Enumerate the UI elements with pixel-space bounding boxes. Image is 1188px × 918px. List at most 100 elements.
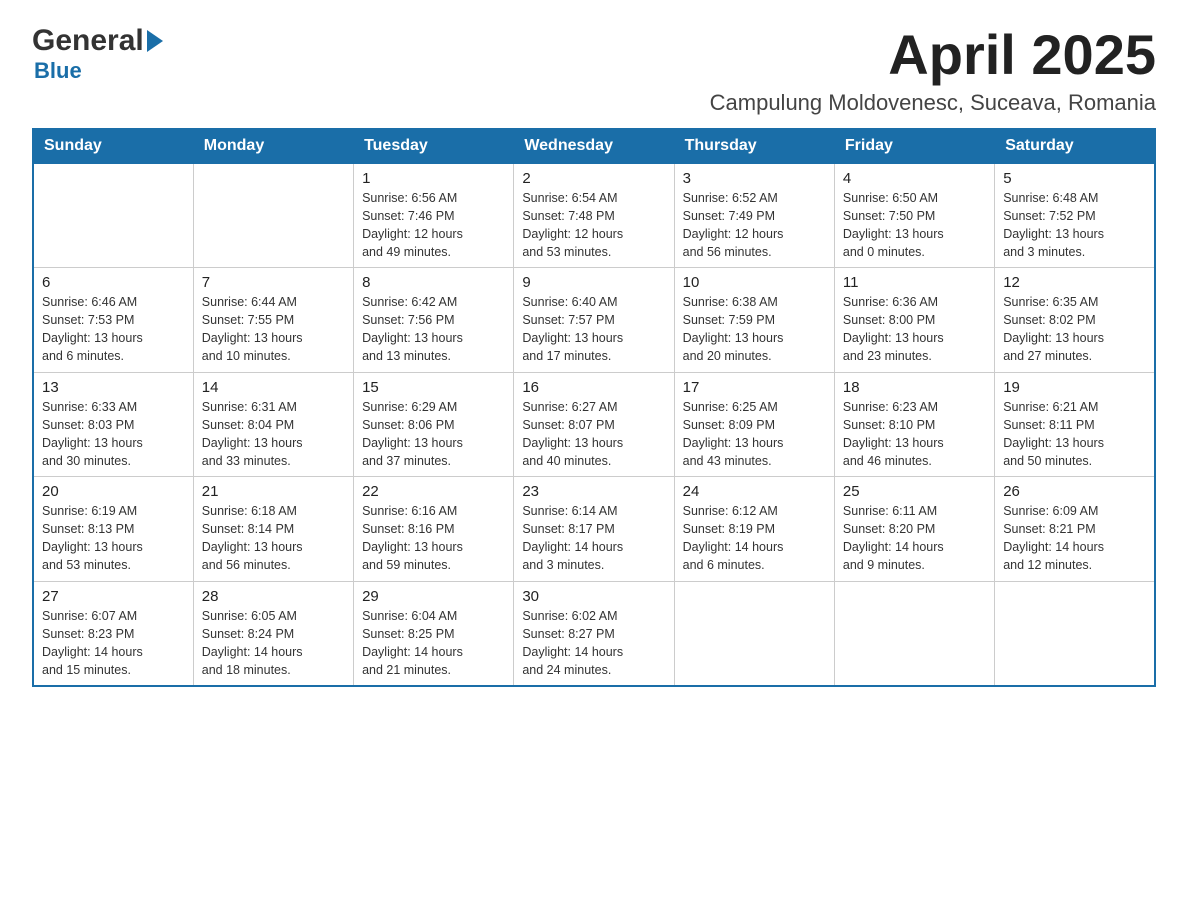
- day-info: Sunrise: 6:54 AM Sunset: 7:48 PM Dayligh…: [522, 189, 665, 262]
- day-number: 6: [42, 274, 185, 291]
- calendar-cell: 24 Sunrise: 6:12 AM Sunset: 8:19 PM Dayli…: [674, 477, 834, 582]
- day-number: 7: [202, 274, 345, 291]
- day-number: 17: [683, 379, 826, 396]
- calendar-cell: [33, 163, 193, 268]
- day-info: Sunrise: 6:14 AM Sunset: 8:17 PM Dayligh…: [522, 502, 665, 575]
- calendar-cell: 28Sunrise: 6:05 AM Sunset: 8:24 PM Dayli…: [193, 581, 353, 686]
- calendar-week-row: 1Sunrise: 6:56 AM Sunset: 7:46 PM Daylig…: [33, 163, 1155, 268]
- day-number: 10: [683, 274, 826, 291]
- day-info: Sunrise: 6:19 AM Sunset: 8:13 PM Dayligh…: [42, 502, 185, 575]
- day-info: Sunrise: 6:48 AM Sunset: 7:52 PM Dayligh…: [1003, 189, 1146, 262]
- calendar-cell: 17 Sunrise: 6:25 AM Sunset: 8:09 PM Dayli…: [674, 372, 834, 477]
- day-number: 5: [1003, 170, 1146, 187]
- day-number: 24: [683, 483, 826, 500]
- day-number: 11: [843, 274, 986, 291]
- calendar-cell: 4 Sunrise: 6:50 AM Sunset: 7:50 PM Daylig…: [834, 163, 994, 268]
- calendar-table: SundayMondayTuesdayWednesdayThursdayFrid…: [32, 128, 1156, 688]
- day-number: 15: [362, 379, 505, 396]
- day-info: Sunrise: 6:27 AM Sunset: 8:07 PM Dayligh…: [522, 398, 665, 471]
- day-number: 9: [522, 274, 665, 291]
- col-header-tuesday: Tuesday: [354, 128, 514, 163]
- day-info: Sunrise: 6:04 AM Sunset: 8:25 PM Dayligh…: [362, 607, 505, 680]
- day-number: 19: [1003, 379, 1146, 396]
- col-header-sunday: Sunday: [33, 128, 193, 163]
- calendar-cell: 8Sunrise: 6:42 AM Sunset: 7:56 PM Daylig…: [354, 268, 514, 373]
- calendar-cell: [193, 163, 353, 268]
- day-info: Sunrise: 6:50 AM Sunset: 7:50 PM Dayligh…: [843, 189, 986, 262]
- day-info: Sunrise: 6:52 AM Sunset: 7:49 PM Dayligh…: [683, 189, 826, 262]
- col-header-saturday: Saturday: [995, 128, 1155, 163]
- calendar-week-row: 27 Sunrise: 6:07 AM Sunset: 8:23 PM Dayli…: [33, 581, 1155, 686]
- calendar-header-row: SundayMondayTuesdayWednesdayThursdayFrid…: [33, 128, 1155, 163]
- calendar-cell: 12 Sunrise: 6:35 AM Sunset: 8:02 PM Dayli…: [995, 268, 1155, 373]
- day-number: 23: [522, 483, 665, 500]
- calendar-cell: [674, 581, 834, 686]
- day-number: 14: [202, 379, 345, 396]
- calendar-cell: 19 Sunrise: 6:21 AM Sunset: 8:11 PM Dayli…: [995, 372, 1155, 477]
- day-number: 30: [522, 588, 665, 605]
- day-info: Sunrise: 6:29 AM Sunset: 8:06 PM Dayligh…: [362, 398, 505, 471]
- calendar-cell: 15 Sunrise: 6:29 AM Sunset: 8:06 PM Dayli…: [354, 372, 514, 477]
- day-number: 4: [843, 170, 986, 187]
- day-number: 21: [202, 483, 345, 500]
- day-info: Sunrise: 6:07 AM Sunset: 8:23 PM Dayligh…: [42, 607, 185, 680]
- day-number: 12: [1003, 274, 1146, 291]
- day-info: Sunrise: 6:16 AM Sunset: 8:16 PM Dayligh…: [362, 502, 505, 575]
- calendar-cell: 7 Sunrise: 6:44 AM Sunset: 7:55 PM Daylig…: [193, 268, 353, 373]
- day-number: 18: [843, 379, 986, 396]
- day-number: 16: [522, 379, 665, 396]
- calendar-cell: 23 Sunrise: 6:14 AM Sunset: 8:17 PM Dayli…: [514, 477, 674, 582]
- day-number: 27: [42, 588, 185, 605]
- day-number: 13: [42, 379, 185, 396]
- day-info: Sunrise: 6:38 AM Sunset: 7:59 PM Dayligh…: [683, 293, 826, 366]
- day-info: Sunrise: 6:02 AM Sunset: 8:27 PM Dayligh…: [522, 607, 665, 680]
- calendar-cell: 1Sunrise: 6:56 AM Sunset: 7:46 PM Daylig…: [354, 163, 514, 268]
- calendar-week-row: 6 Sunrise: 6:46 AM Sunset: 7:53 PM Daylig…: [33, 268, 1155, 373]
- day-number: 8: [362, 274, 505, 291]
- calendar-cell: 20 Sunrise: 6:19 AM Sunset: 8:13 PM Dayli…: [33, 477, 193, 582]
- col-header-wednesday: Wednesday: [514, 128, 674, 163]
- calendar-cell: 26Sunrise: 6:09 AM Sunset: 8:21 PM Dayli…: [995, 477, 1155, 582]
- logo-general-text: General: [32, 24, 144, 58]
- day-number: 22: [362, 483, 505, 500]
- day-info: Sunrise: 6:09 AM Sunset: 8:21 PM Dayligh…: [1003, 502, 1146, 575]
- calendar-week-row: 20 Sunrise: 6:19 AM Sunset: 8:13 PM Dayli…: [33, 477, 1155, 582]
- calendar-cell: 13 Sunrise: 6:33 AM Sunset: 8:03 PM Dayli…: [33, 372, 193, 477]
- calendar-cell: 6 Sunrise: 6:46 AM Sunset: 7:53 PM Daylig…: [33, 268, 193, 373]
- calendar-week-row: 13 Sunrise: 6:33 AM Sunset: 8:03 PM Dayli…: [33, 372, 1155, 477]
- day-info: Sunrise: 6:21 AM Sunset: 8:11 PM Dayligh…: [1003, 398, 1146, 471]
- day-info: Sunrise: 6:23 AM Sunset: 8:10 PM Dayligh…: [843, 398, 986, 471]
- day-number: 29: [362, 588, 505, 605]
- calendar-cell: 30 Sunrise: 6:02 AM Sunset: 8:27 PM Dayli…: [514, 581, 674, 686]
- day-info: Sunrise: 6:05 AM Sunset: 8:24 PM Dayligh…: [202, 607, 345, 680]
- day-info: Sunrise: 6:33 AM Sunset: 8:03 PM Dayligh…: [42, 398, 185, 471]
- page-header: General Blue April 2025 Campulung Moldov…: [32, 24, 1156, 116]
- col-header-friday: Friday: [834, 128, 994, 163]
- calendar-cell: 5 Sunrise: 6:48 AM Sunset: 7:52 PM Daylig…: [995, 163, 1155, 268]
- day-info: Sunrise: 6:46 AM Sunset: 7:53 PM Dayligh…: [42, 293, 185, 366]
- col-header-monday: Monday: [193, 128, 353, 163]
- calendar-cell: [995, 581, 1155, 686]
- logo: General Blue: [32, 24, 163, 84]
- day-number: 3: [683, 170, 826, 187]
- day-info: Sunrise: 6:11 AM Sunset: 8:20 PM Dayligh…: [843, 502, 986, 575]
- calendar-cell: 29 Sunrise: 6:04 AM Sunset: 8:25 PM Dayli…: [354, 581, 514, 686]
- location-subtitle: Campulung Moldovenesc, Suceava, Romania: [710, 90, 1156, 116]
- calendar-cell: 18 Sunrise: 6:23 AM Sunset: 8:10 PM Dayli…: [834, 372, 994, 477]
- day-info: Sunrise: 6:25 AM Sunset: 8:09 PM Dayligh…: [683, 398, 826, 471]
- calendar-cell: 14Sunrise: 6:31 AM Sunset: 8:04 PM Dayli…: [193, 372, 353, 477]
- calendar-cell: 25Sunrise: 6:11 AM Sunset: 8:20 PM Dayli…: [834, 477, 994, 582]
- calendar-cell: 9Sunrise: 6:40 AM Sunset: 7:57 PM Daylig…: [514, 268, 674, 373]
- calendar-cell: 27 Sunrise: 6:07 AM Sunset: 8:23 PM Dayli…: [33, 581, 193, 686]
- day-number: 2: [522, 170, 665, 187]
- day-info: Sunrise: 6:35 AM Sunset: 8:02 PM Dayligh…: [1003, 293, 1146, 366]
- calendar-cell: 21Sunrise: 6:18 AM Sunset: 8:14 PM Dayli…: [193, 477, 353, 582]
- day-info: Sunrise: 6:44 AM Sunset: 7:55 PM Dayligh…: [202, 293, 345, 366]
- title-section: April 2025 Campulung Moldovenesc, Suceav…: [710, 24, 1156, 116]
- month-title: April 2025: [710, 24, 1156, 86]
- calendar-cell: [834, 581, 994, 686]
- day-number: 20: [42, 483, 185, 500]
- day-info: Sunrise: 6:12 AM Sunset: 8:19 PM Dayligh…: [683, 502, 826, 575]
- calendar-cell: 10 Sunrise: 6:38 AM Sunset: 7:59 PM Dayli…: [674, 268, 834, 373]
- col-header-thursday: Thursday: [674, 128, 834, 163]
